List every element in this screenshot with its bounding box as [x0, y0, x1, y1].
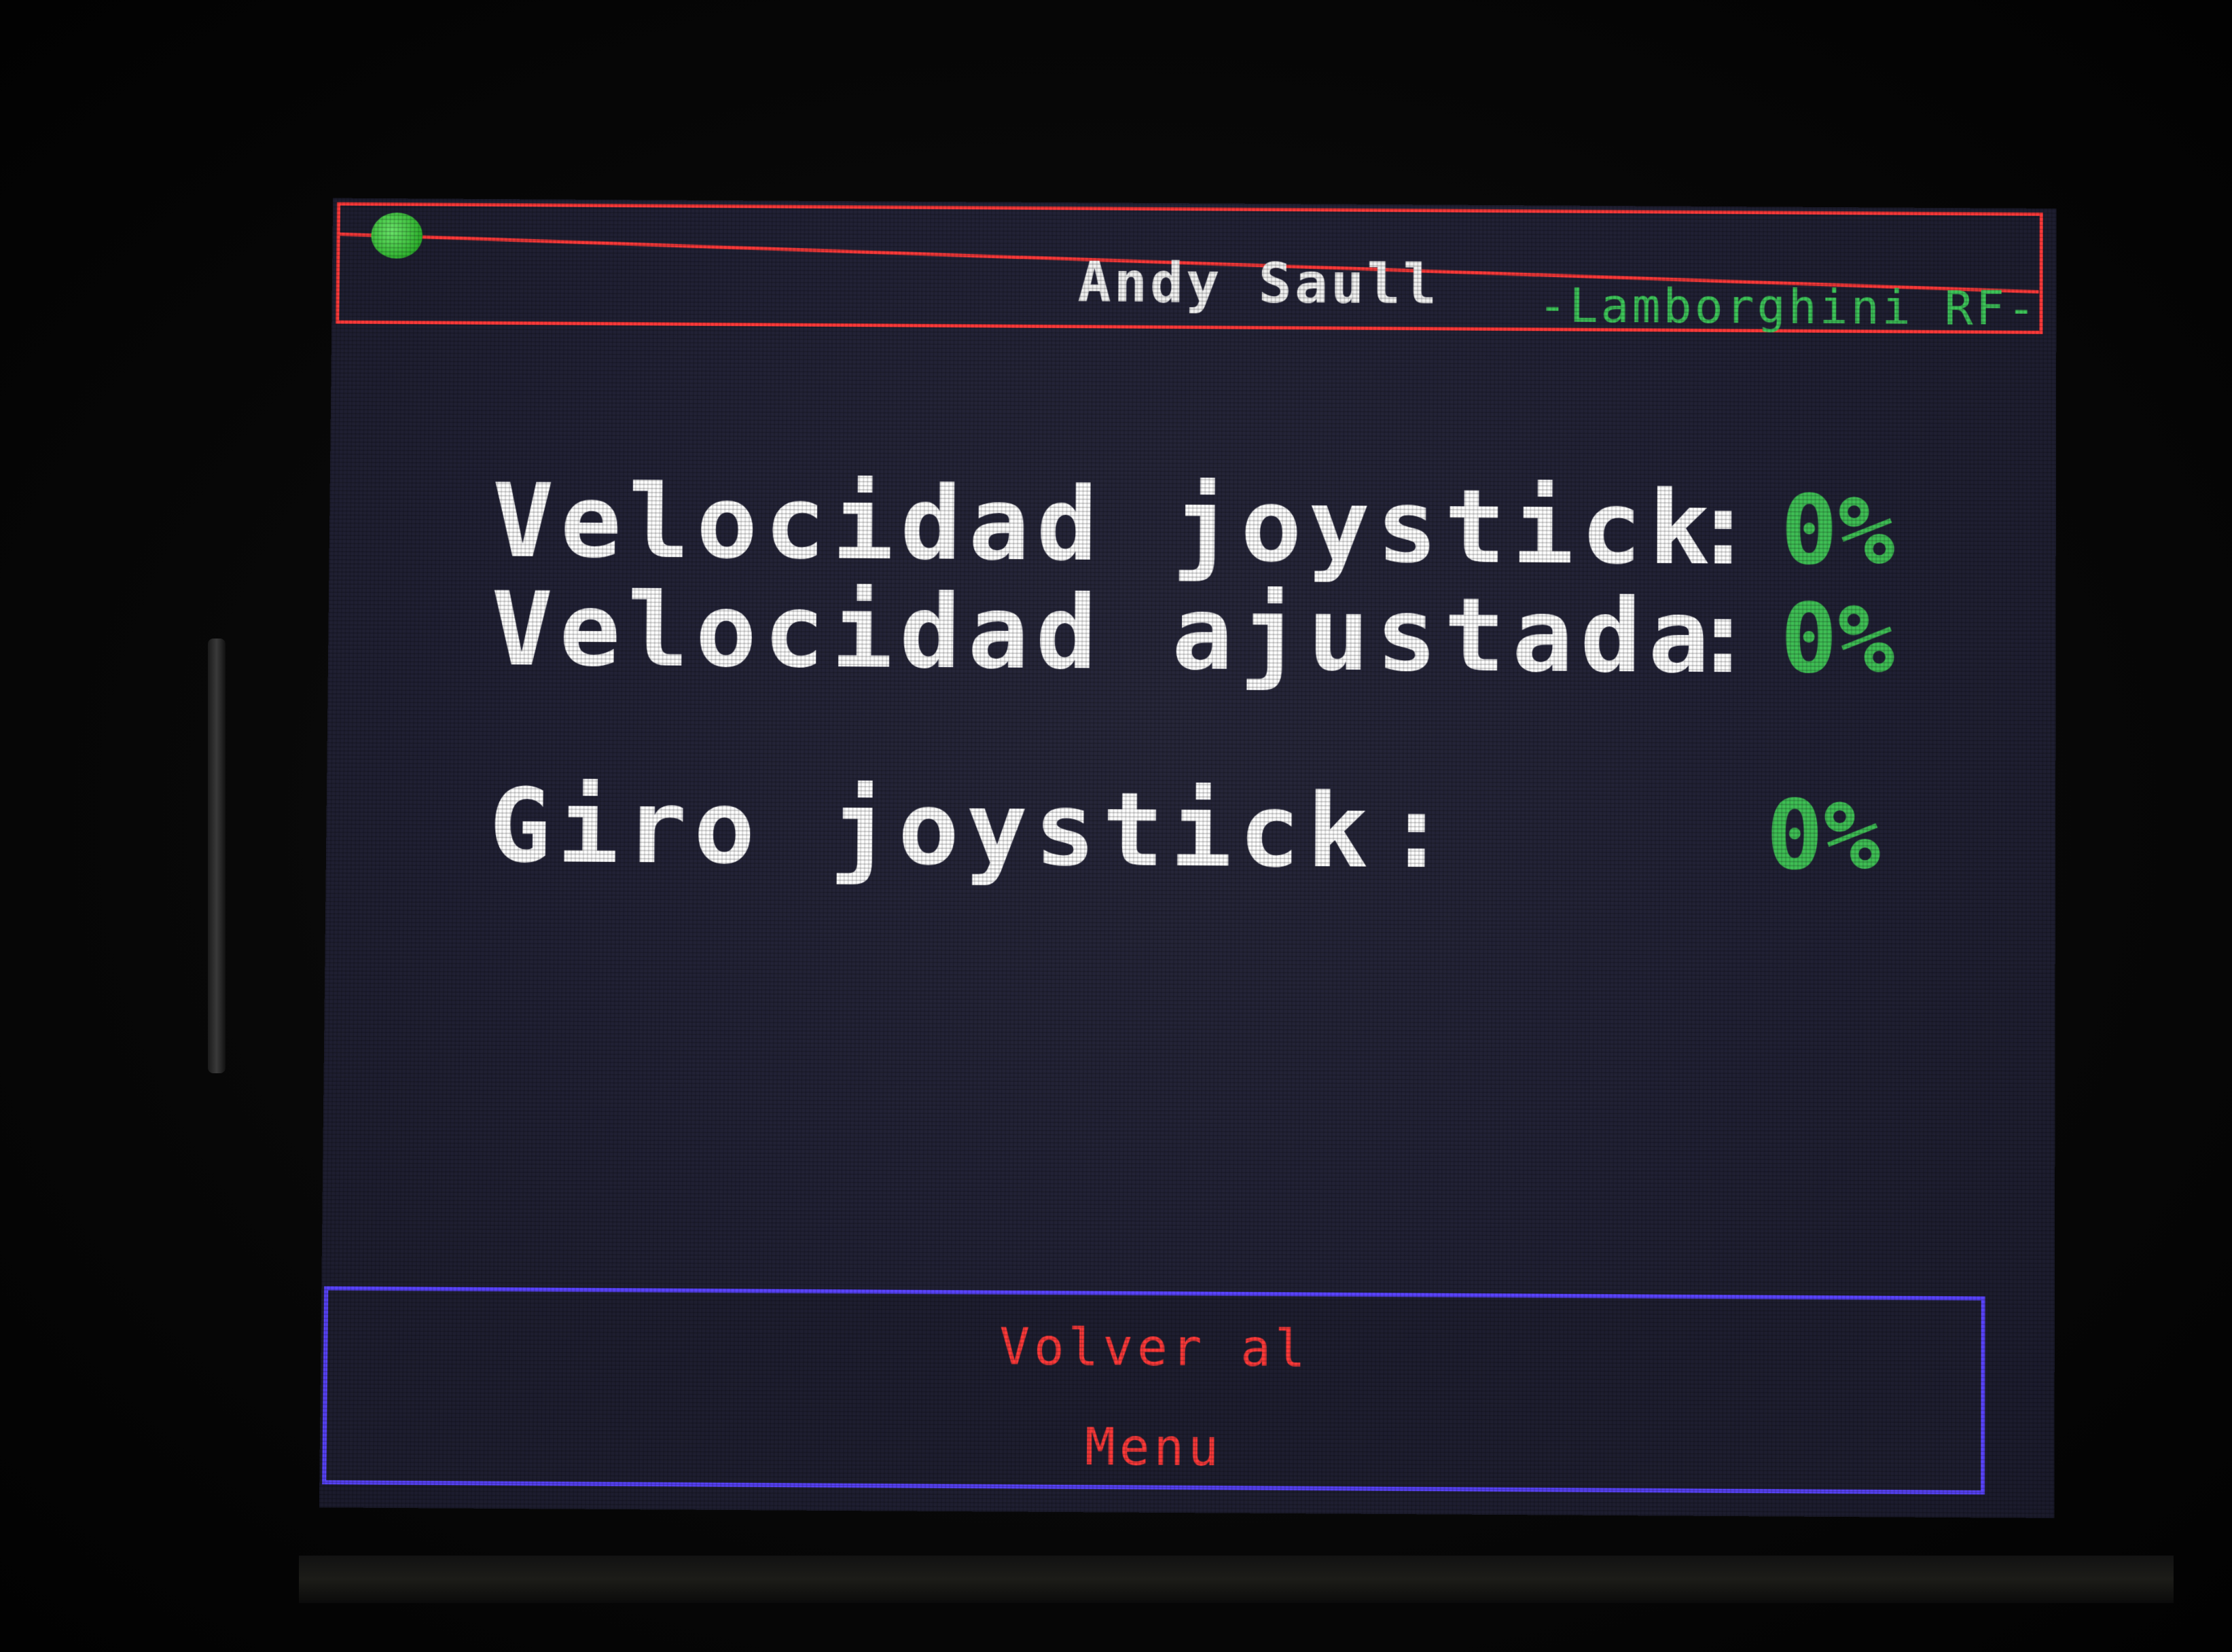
back-to-menu-button[interactable]: Volver al Menu: [322, 1286, 1985, 1495]
reading-value: 0%: [1780, 475, 1895, 587]
reading-row-velocidad-joystick: Velocidad joystick : 0%: [492, 463, 1984, 588]
user-name: Andy Saull: [1077, 250, 1439, 317]
status-dot-icon: [371, 212, 423, 259]
readings-panel: Velocidad joystick : 0% Velocidad ajusta…: [489, 463, 1985, 892]
reading-row-velocidad-ajustada: Velocidad ajustada : 0%: [490, 571, 1984, 696]
bezel-side-slot: [208, 639, 226, 1073]
reading-label: Velocidad ajustada: [490, 571, 1716, 696]
reading-colon: :: [1691, 578, 1754, 697]
reading-label: Velocidad joystick: [491, 462, 1717, 588]
lcd-screen: Andy Saull -Lamborghini RF- Velocidad jo…: [319, 198, 2057, 1519]
reading-row-giro-joystick: Giro joystick : 0%: [489, 768, 1984, 892]
bezel-bottom-lip: [299, 1556, 2174, 1603]
header-bar: Andy Saull -Lamborghini RF-: [336, 202, 2043, 336]
reading-value: 0%: [1765, 780, 1881, 893]
reading-value: 0%: [1780, 583, 1895, 696]
reading-label: Giro joystick: [488, 767, 1375, 891]
back-button-label-line1: Volver al: [999, 1317, 1310, 1379]
reading-colon: :: [1385, 772, 1447, 892]
reading-colon: :: [1692, 469, 1754, 588]
model-name: -Lamborghini RF-: [1538, 277, 2038, 336]
back-button-label-line2: Menu: [1084, 1418, 1223, 1478]
